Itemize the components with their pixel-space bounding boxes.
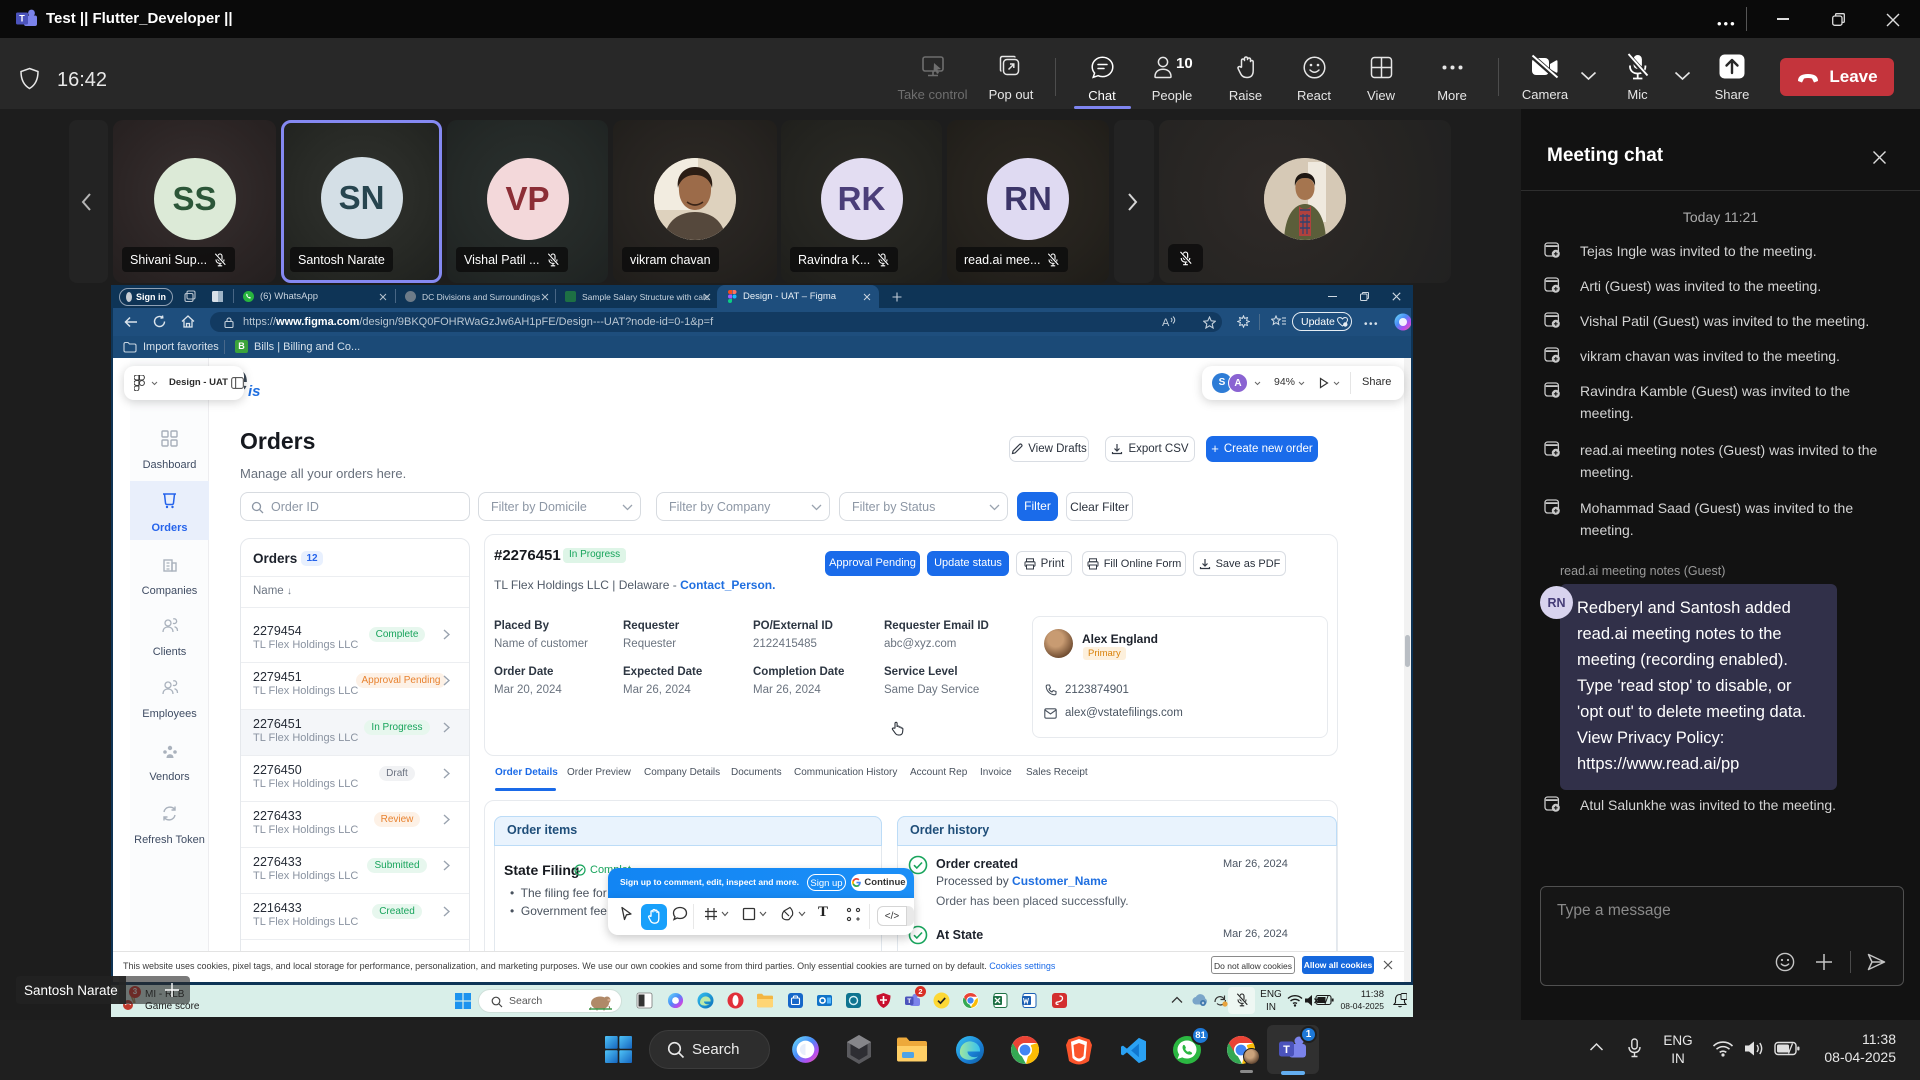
svg-text:T: T bbox=[1283, 1044, 1290, 1056]
svg-text:10: 10 bbox=[1176, 55, 1193, 72]
svg-text:T: T bbox=[19, 14, 25, 24]
svg-text:A: A bbox=[1162, 317, 1170, 328]
svg-text:T: T bbox=[907, 998, 911, 1005]
